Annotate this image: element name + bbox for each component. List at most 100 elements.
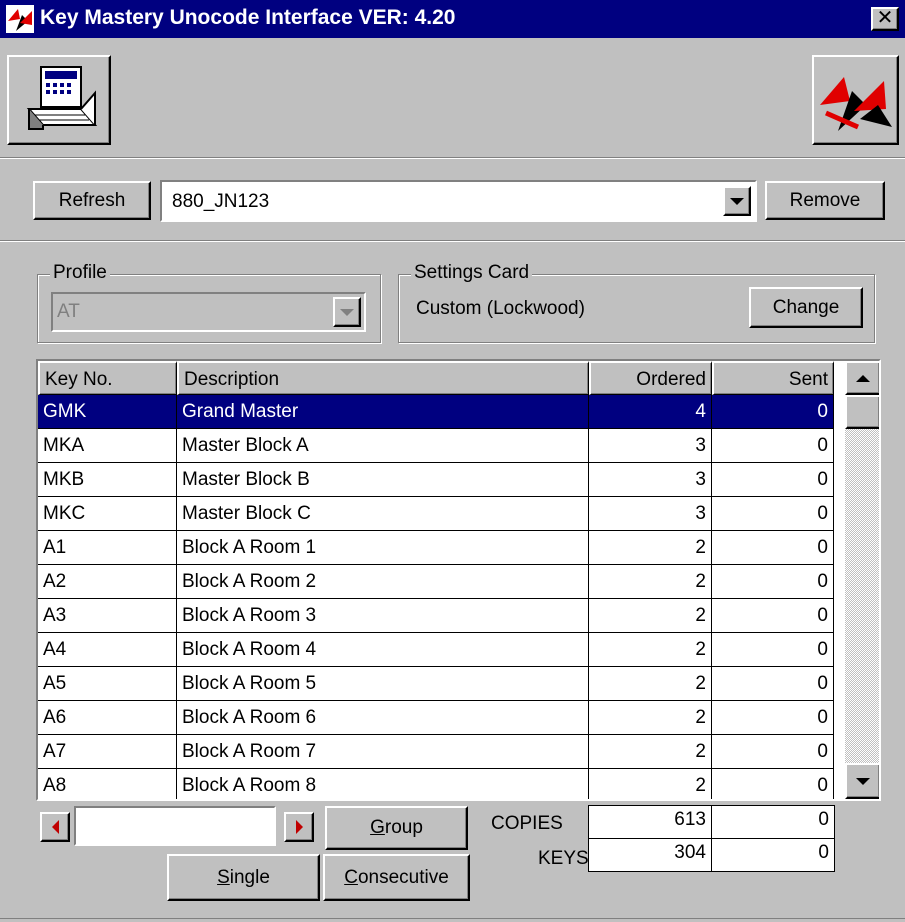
sent-cell: 0 xyxy=(712,769,834,799)
profile-combo[interactable]: AT xyxy=(51,292,366,332)
print-keys-button[interactable] xyxy=(7,55,111,145)
key-no-cell: MKA xyxy=(38,429,177,463)
range-prev-button[interactable] xyxy=(40,812,70,842)
column-header[interactable]: Sent xyxy=(712,361,834,395)
profile-dropdown-button[interactable] xyxy=(333,297,361,327)
keyset-combo[interactable]: 880_JN123 xyxy=(160,180,757,222)
table-row[interactable]: A3 Block A Room 320 xyxy=(38,599,834,633)
sent-cell: 0 xyxy=(712,565,834,599)
table-row[interactable]: A8 Block A Room 820 xyxy=(38,769,834,799)
table-row[interactable]: GMK Grand Master 4 0 xyxy=(38,395,834,429)
keys-table[interactable]: Key No. Description Ordered Sent GMK Grand Ma… xyxy=(36,359,881,801)
scroll-up-button[interactable] xyxy=(845,361,879,395)
table-row[interactable]: MKC Master Block C30 xyxy=(38,497,834,531)
group-button-label: Group xyxy=(370,817,423,838)
table-row[interactable]: A5 Block A Room 520 xyxy=(38,667,834,701)
copies-ordered-value: 613 xyxy=(588,805,712,839)
table-row[interactable]: A7 Block A Room 720 xyxy=(38,735,834,769)
copies-label: COPIES xyxy=(491,813,563,834)
description-cell: Grand Master xyxy=(177,395,589,429)
sent-cell: 0 xyxy=(712,497,834,531)
key-no-cell: A8 xyxy=(38,769,177,799)
lockwood-logo-icon xyxy=(820,77,892,131)
settings-card-label: Settings Card xyxy=(411,262,533,284)
title-bar[interactable]: Key Mastery Unocode Interface VER: 4.20 … xyxy=(0,0,905,38)
sent-cell: 0 xyxy=(712,667,834,701)
table-row[interactable]: A2 Block A Room 220 xyxy=(38,565,834,599)
table-row[interactable]: MKB Master Block B30 xyxy=(38,463,834,497)
arrow-right-icon xyxy=(295,820,303,834)
table-header: Key No. Description Ordered Sent xyxy=(38,361,834,395)
sent-cell: 0 xyxy=(712,463,834,497)
table-row[interactable]: A4 Block A Room 420 xyxy=(38,633,834,667)
sent-cell: 0 xyxy=(712,599,834,633)
description-cell: Block A Room 2 xyxy=(177,565,589,599)
ordered-cell: 2 xyxy=(589,633,712,667)
vertical-scrollbar[interactable] xyxy=(845,361,879,799)
description-cell: Master Block B xyxy=(177,463,589,497)
ordered-cell: 2 xyxy=(589,735,712,769)
scroll-thumb[interactable] xyxy=(845,395,879,429)
ordered-cell: 2 xyxy=(589,565,712,599)
ordered-cell: 3 xyxy=(589,429,712,463)
sent-cell: 0 xyxy=(712,531,834,565)
ordered-cell: 2 xyxy=(589,769,712,799)
settings-card-value: Custom (Lockwood) xyxy=(416,298,585,319)
range-next-button[interactable] xyxy=(284,812,314,842)
copies-sent-value: 0 xyxy=(711,805,835,839)
ordered-cell: 2 xyxy=(589,599,712,633)
key-no-cell: A1 xyxy=(38,531,177,565)
sent-cell: 0 xyxy=(712,395,834,429)
keys-label: KEYS xyxy=(538,848,589,869)
keys-sent-value: 0 xyxy=(711,838,835,872)
description-cell: Block A Room 6 xyxy=(177,701,589,735)
group-button[interactable]: Group xyxy=(325,806,468,850)
ordered-cell: 2 xyxy=(589,531,712,565)
key-no-cell: MKC xyxy=(38,497,177,531)
table-row[interactable]: MKA Master Block A30 xyxy=(38,429,834,463)
arrow-down-icon xyxy=(856,777,870,785)
ordered-cell: 2 xyxy=(589,667,712,701)
keyset-dropdown-button[interactable] xyxy=(723,186,751,216)
key-no-cell: A2 xyxy=(38,565,177,599)
ordered-cell: 4 xyxy=(589,395,712,429)
ordered-cell: 3 xyxy=(589,497,712,531)
key-no-cell: A7 xyxy=(38,735,177,769)
change-button[interactable]: Change xyxy=(749,287,863,328)
remove-button[interactable]: Remove xyxy=(765,181,885,220)
single-button[interactable]: Single xyxy=(167,854,320,901)
sent-cell: 0 xyxy=(712,701,834,735)
description-cell: Block A Room 7 xyxy=(177,735,589,769)
single-button-label: Single xyxy=(217,866,270,888)
refresh-button[interactable]: Refresh xyxy=(33,181,151,220)
key-no-cell: A4 xyxy=(38,633,177,667)
close-button[interactable]: ✕ xyxy=(871,7,899,31)
keys-ordered-value: 304 xyxy=(588,838,712,872)
description-cell: Block A Room 1 xyxy=(177,531,589,565)
sent-cell: 0 xyxy=(712,429,834,463)
consecutive-button-label: Consecutive xyxy=(344,866,449,888)
range-input[interactable] xyxy=(74,806,276,846)
consecutive-button[interactable]: Consecutive xyxy=(323,854,470,901)
ordered-cell: 3 xyxy=(589,463,712,497)
table-row[interactable]: A1 Block A Room 120 xyxy=(38,531,834,565)
arrow-left-icon xyxy=(51,820,59,834)
scroll-down-button[interactable] xyxy=(845,763,879,799)
description-cell: Block A Room 8 xyxy=(177,769,589,799)
print-keys-icon xyxy=(26,66,98,130)
ordered-cell: 2 xyxy=(589,701,712,735)
column-header[interactable]: Description xyxy=(177,361,589,395)
chevron-down-icon xyxy=(730,197,744,205)
key-no-cell: GMK xyxy=(38,395,177,429)
keys-grid[interactable]: Key No. Description Ordered Sent GMK Grand Ma… xyxy=(38,361,847,799)
sent-cell: 0 xyxy=(712,735,834,769)
key-no-cell: A6 xyxy=(38,701,177,735)
window-bottom-edge xyxy=(0,918,905,919)
column-header[interactable]: Ordered xyxy=(589,361,712,395)
column-header[interactable]: Key No. xyxy=(38,361,177,395)
close-icon: ✕ xyxy=(876,7,894,29)
chevron-down-icon xyxy=(340,308,354,316)
lockwood-logo-button[interactable] xyxy=(812,55,899,145)
table-row[interactable]: A6 Block A Room 620 xyxy=(38,701,834,735)
key-no-cell: MKB xyxy=(38,463,177,497)
